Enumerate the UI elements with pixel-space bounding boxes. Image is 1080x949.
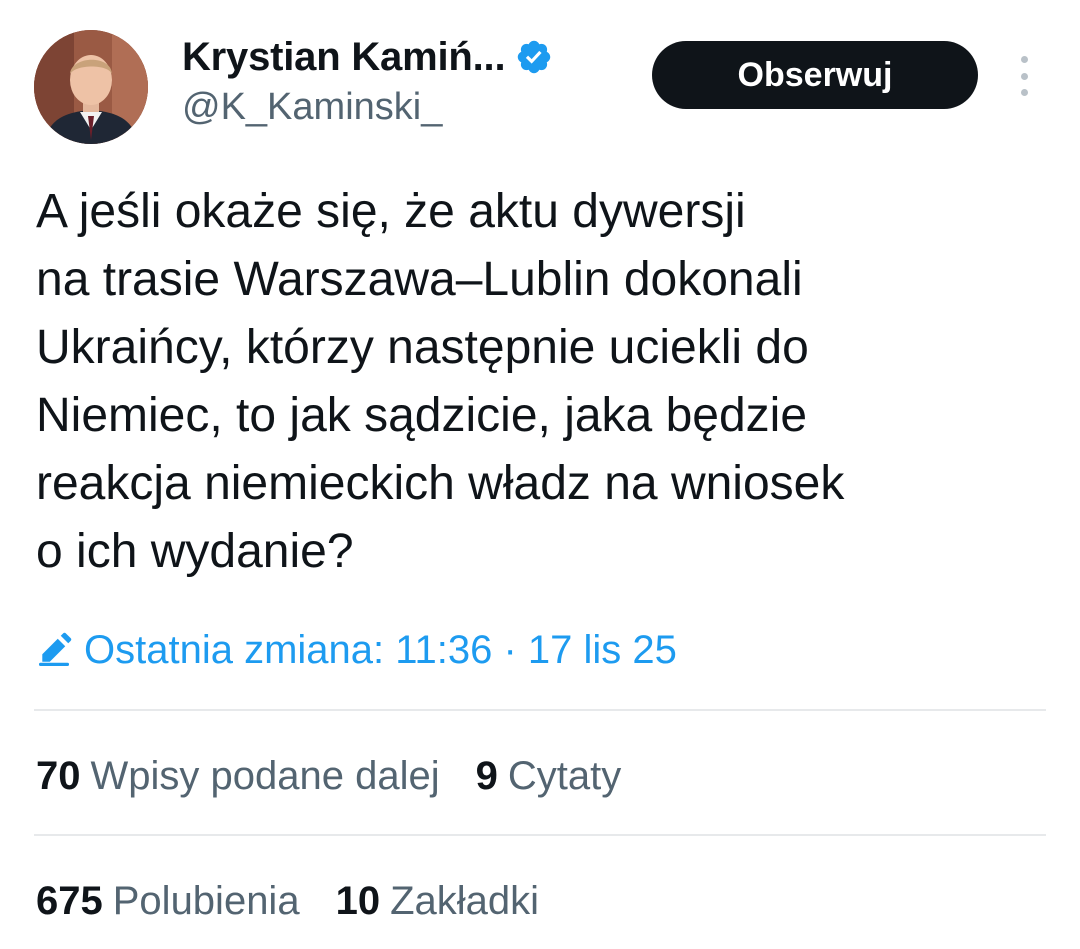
author-handle[interactable]: @K_Kaminski_ bbox=[182, 86, 442, 129]
tweet-text-line: o ich wydanie? bbox=[36, 525, 354, 578]
bookmarks-stat[interactable]: 10 Zakładki bbox=[336, 879, 539, 924]
edit-history-link[interactable]: Ostatnia zmiana: 11:36 · 17 lis 25 bbox=[36, 620, 677, 680]
more-dot bbox=[1020, 72, 1028, 80]
edited-timestamp: Ostatnia zmiana: 11:36 · 17 lis 25 bbox=[84, 627, 677, 672]
quotes-stat[interactable]: 9 Cytaty bbox=[476, 754, 622, 799]
divider bbox=[34, 834, 1046, 836]
follow-button[interactable]: Obserwuj bbox=[652, 41, 978, 109]
likes-label: Polubienia bbox=[112, 878, 300, 923]
tweet-text-line: Ukraińcy, którzy następnie uciekli do bbox=[36, 321, 809, 374]
pencil-edit-icon bbox=[36, 632, 72, 668]
verified-badge-icon bbox=[515, 38, 553, 76]
tweet-text-line: reakcja niemieckich władz na wniosek bbox=[36, 457, 845, 510]
more-dot bbox=[1020, 56, 1028, 63]
quotes-count: 9 bbox=[475, 753, 498, 798]
more-vertical-icon[interactable] bbox=[1008, 56, 1040, 96]
tweet-text-line: A jeśli okaże się, że aktu dywersji bbox=[36, 185, 746, 238]
divider bbox=[34, 709, 1046, 711]
bookmarks-count: 10 bbox=[335, 878, 381, 923]
reposts-count: 70 bbox=[36, 753, 81, 798]
tweet-text: A jeśli okaże się, że aktu dywersji na t… bbox=[36, 178, 1046, 586]
reposts-label: Wpisy podane dalej bbox=[90, 753, 440, 798]
reposts-stat[interactable]: 70 Wpisy podane dalej bbox=[36, 754, 440, 799]
stats-row-reposts: 70 Wpisy podane dalej 9 Cytaty bbox=[36, 746, 621, 806]
more-dot bbox=[1020, 89, 1028, 96]
bookmarks-label: Zakładki bbox=[390, 878, 540, 923]
likes-stat[interactable]: 675 Polubienia bbox=[36, 879, 300, 924]
avatar[interactable] bbox=[34, 30, 148, 144]
quotes-label: Cytaty bbox=[507, 753, 622, 798]
author-name-row[interactable]: Krystian Kamiń... bbox=[182, 32, 553, 82]
stats-row-likes: 675 Polubienia 10 Zakładki bbox=[36, 871, 539, 931]
tweet-text-line: na trasie Warszawa–Lublin dokonali bbox=[36, 253, 803, 306]
likes-count: 675 bbox=[36, 878, 103, 923]
avatar-image bbox=[34, 30, 148, 144]
author-display-name[interactable]: Krystian Kamiń... bbox=[182, 35, 506, 80]
tweet-text-line: Niemiec, to jak sądzicie, jaka będzie bbox=[36, 389, 808, 442]
